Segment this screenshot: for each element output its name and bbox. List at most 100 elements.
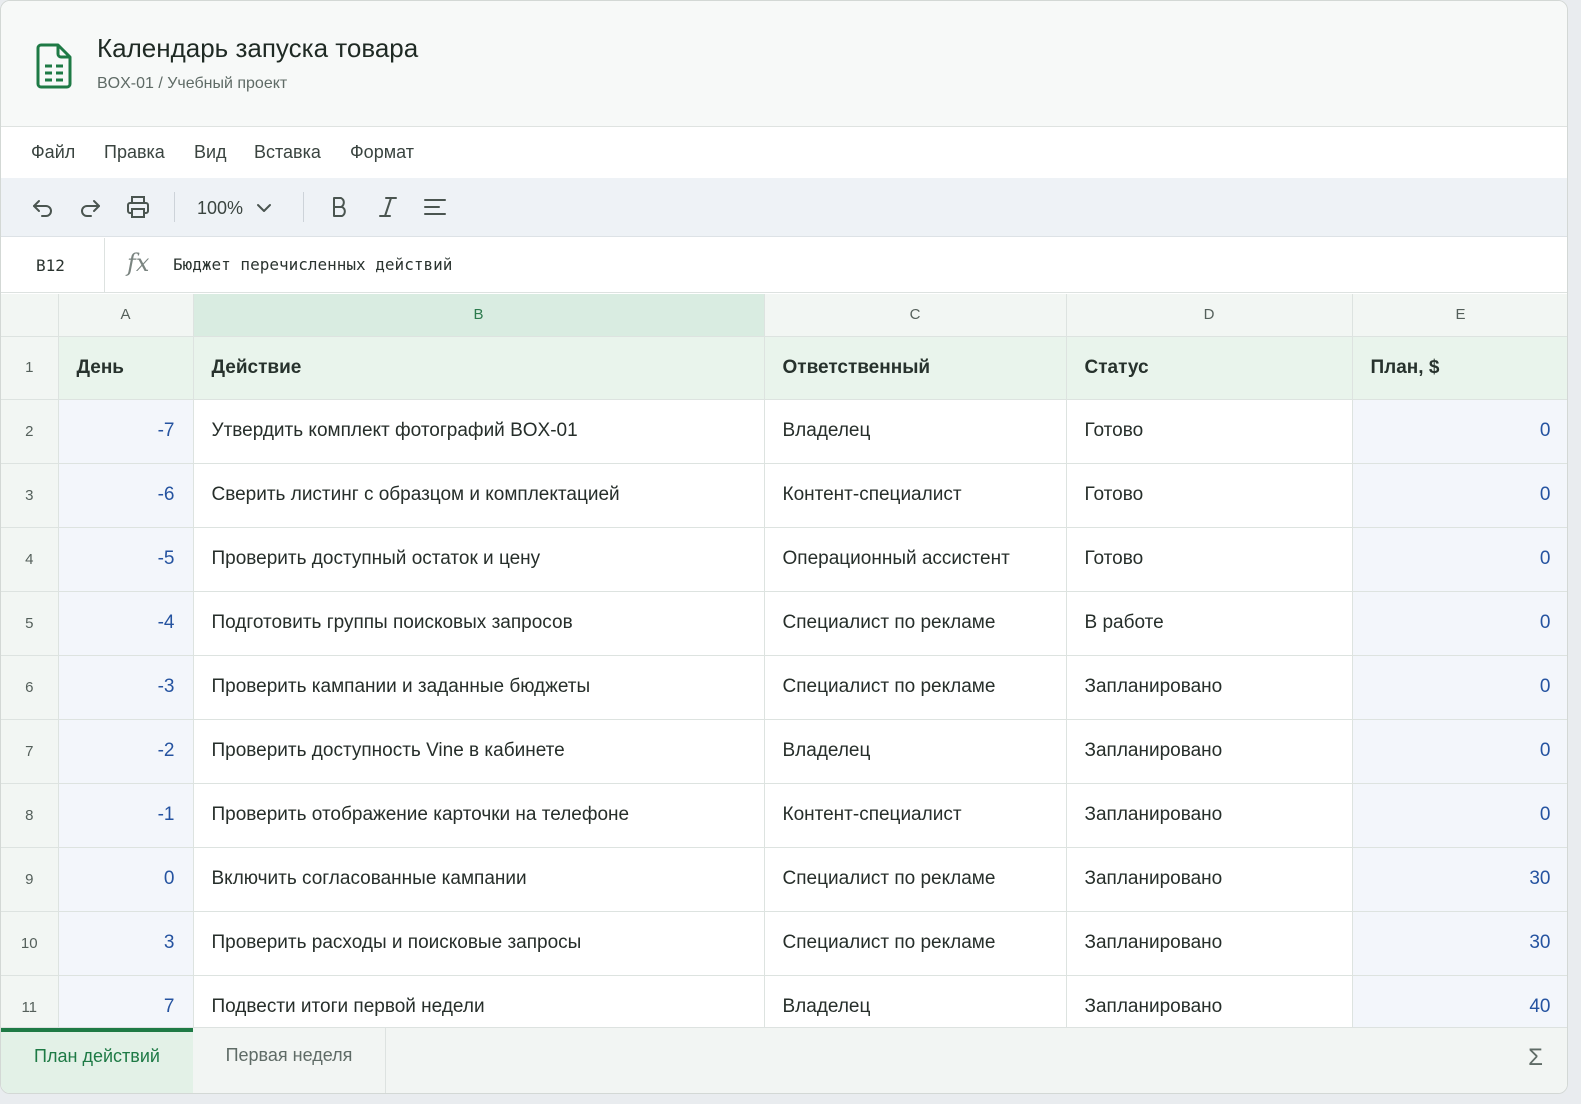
day-cell[interactable]: -4 xyxy=(58,591,194,656)
action-cell[interactable]: Утвердить комплект фотографий BOX-01 xyxy=(193,399,765,464)
plan-cell[interactable]: 0 xyxy=(1352,399,1567,464)
menu-format[interactable]: Формат xyxy=(350,142,414,163)
action-cell[interactable]: Сверить листинг с образцом и комплектаци… xyxy=(193,463,765,528)
action-cell[interactable]: Проверить кампании и заданные бюджеты xyxy=(193,655,765,720)
day-cell[interactable]: -3 xyxy=(58,655,194,720)
owner-cell[interactable]: Операционный ассистент xyxy=(764,527,1067,592)
day-cell[interactable]: -1 xyxy=(58,783,194,848)
row-number[interactable]: 2 xyxy=(1,399,59,464)
table-row: 10 3 Проверить расходы и поисковые запро… xyxy=(1,911,1567,976)
cell-reference-box[interactable]: B12 xyxy=(1,238,105,293)
owner-cell[interactable]: Контент-специалист xyxy=(764,783,1067,848)
zoom-value: 100% xyxy=(197,197,244,218)
menu-edit[interactable]: Правка xyxy=(104,142,165,163)
plan-cell[interactable]: 0 xyxy=(1352,655,1567,720)
plan-cell[interactable]: 0 xyxy=(1352,783,1567,848)
align-icon[interactable] xyxy=(421,193,449,221)
row-number[interactable]: 10 xyxy=(1,911,59,976)
owner-cell[interactable]: Специалист по рекламе xyxy=(764,911,1067,976)
day-cell[interactable]: 3 xyxy=(58,911,194,976)
sheet-tab-action-plan[interactable]: План действий xyxy=(1,1028,193,1093)
title-bar: Календарь запуска товара BOX-01 / Учебны… xyxy=(1,1,1567,127)
column-header-d[interactable]: D xyxy=(1066,294,1353,337)
table-row: 7 -2 Проверить доступность Vine в кабине… xyxy=(1,719,1567,784)
day-cell[interactable]: -5 xyxy=(58,527,194,592)
owner-cell[interactable]: Специалист по рекламе xyxy=(764,847,1067,912)
action-cell[interactable]: Проверить расходы и поисковые запросы xyxy=(193,911,765,976)
sheet-tab-first-week[interactable]: Первая неделя xyxy=(193,1028,386,1093)
status-cell[interactable]: Готово xyxy=(1066,527,1353,592)
plan-cell[interactable]: 0 xyxy=(1352,719,1567,784)
status-cell[interactable]: Запланировано xyxy=(1066,847,1353,912)
column-header-c[interactable]: C xyxy=(764,294,1067,337)
header-cell-action[interactable]: Действие xyxy=(193,336,765,400)
plan-cell[interactable]: 0 xyxy=(1352,527,1567,592)
sheet-tab-bar: План действий Первая неделя Σ xyxy=(1,1027,1567,1093)
status-cell[interactable]: Запланировано xyxy=(1066,719,1353,784)
action-cell[interactable]: Подвести итоги первой недели xyxy=(193,975,765,1027)
formula-input[interactable]: Бюджет перечисленных действий xyxy=(173,255,452,274)
owner-cell[interactable]: Владелец xyxy=(764,975,1067,1027)
row-number[interactable]: 9 xyxy=(1,847,59,912)
owner-cell[interactable]: Контент-специалист xyxy=(764,463,1067,528)
menu-view[interactable]: Вид xyxy=(194,142,227,163)
action-cell[interactable]: Проверить отображение карточки на телефо… xyxy=(193,783,765,848)
action-cell[interactable]: Включить согласованные кампании xyxy=(193,847,765,912)
row-number[interactable]: 4 xyxy=(1,527,59,592)
action-cell[interactable]: Проверить доступность Vine в кабинете xyxy=(193,719,765,784)
day-cell[interactable]: -2 xyxy=(58,719,194,784)
plan-cell[interactable]: 30 xyxy=(1352,911,1567,976)
status-cell[interactable]: Готово xyxy=(1066,399,1353,464)
plan-cell[interactable]: 40 xyxy=(1352,975,1567,1027)
toolbar-divider xyxy=(303,192,304,222)
plan-cell[interactable]: 30 xyxy=(1352,847,1567,912)
bold-icon[interactable] xyxy=(326,193,354,221)
header-cell-plan[interactable]: План, $ xyxy=(1352,336,1567,400)
document-title[interactable]: Календарь запуска товара xyxy=(97,33,418,64)
redo-icon[interactable] xyxy=(76,193,104,221)
day-cell[interactable]: -7 xyxy=(58,399,194,464)
menu-file[interactable]: Файл xyxy=(31,142,75,163)
row-number[interactable]: 8 xyxy=(1,783,59,848)
row-number[interactable]: 1 xyxy=(1,336,59,400)
plan-cell[interactable]: 0 xyxy=(1352,591,1567,656)
undo-icon[interactable] xyxy=(29,193,57,221)
owner-cell[interactable]: Владелец xyxy=(764,719,1067,784)
formula-bar: B12 fx Бюджет перечисленных действий xyxy=(1,238,1567,293)
column-header-a[interactable]: A xyxy=(58,294,194,337)
print-icon[interactable] xyxy=(124,193,152,221)
column-header-b[interactable]: B xyxy=(193,294,765,337)
action-cell[interactable]: Проверить доступный остаток и цену xyxy=(193,527,765,592)
day-cell[interactable]: 7 xyxy=(58,975,194,1027)
row-number[interactable]: 11 xyxy=(1,975,59,1027)
action-cell[interactable]: Подготовить группы поисковых запросов xyxy=(193,591,765,656)
owner-cell[interactable]: Владелец xyxy=(764,399,1067,464)
status-cell[interactable]: Запланировано xyxy=(1066,911,1353,976)
day-cell[interactable]: -6 xyxy=(58,463,194,528)
zoom-select[interactable]: 100% xyxy=(197,194,273,222)
table-row: 11 7 Подвести итоги первой недели Владел… xyxy=(1,975,1567,1027)
header-cell-day[interactable]: День xyxy=(58,336,194,400)
plan-cell[interactable]: 0 xyxy=(1352,463,1567,528)
day-cell[interactable]: 0 xyxy=(58,847,194,912)
row-number[interactable]: 3 xyxy=(1,463,59,528)
header-cell-status[interactable]: Статус xyxy=(1066,336,1353,400)
header-cell-owner[interactable]: Ответственный xyxy=(764,336,1067,400)
row-number[interactable]: 7 xyxy=(1,719,59,784)
owner-cell[interactable]: Специалист по рекламе xyxy=(764,591,1067,656)
status-cell[interactable]: В работе xyxy=(1066,591,1353,656)
row-number[interactable]: 5 xyxy=(1,591,59,656)
italic-icon[interactable] xyxy=(374,193,402,221)
status-cell[interactable]: Запланировано xyxy=(1066,975,1353,1027)
owner-cell[interactable]: Специалист по рекламе xyxy=(764,655,1067,720)
sum-icon[interactable]: Σ xyxy=(1528,1044,1543,1072)
select-all-corner[interactable] xyxy=(1,294,59,337)
status-cell[interactable]: Готово xyxy=(1066,463,1353,528)
table-row: 2 -7 Утвердить комплект фотографий BOX-0… xyxy=(1,399,1567,464)
column-header-e[interactable]: E xyxy=(1352,294,1567,337)
status-cell[interactable]: Запланировано xyxy=(1066,655,1353,720)
row-number[interactable]: 6 xyxy=(1,655,59,720)
table-row: 8 -1 Проверить отображение карточки на т… xyxy=(1,783,1567,848)
status-cell[interactable]: Запланировано xyxy=(1066,783,1353,848)
menu-insert[interactable]: Вставка xyxy=(254,142,321,163)
